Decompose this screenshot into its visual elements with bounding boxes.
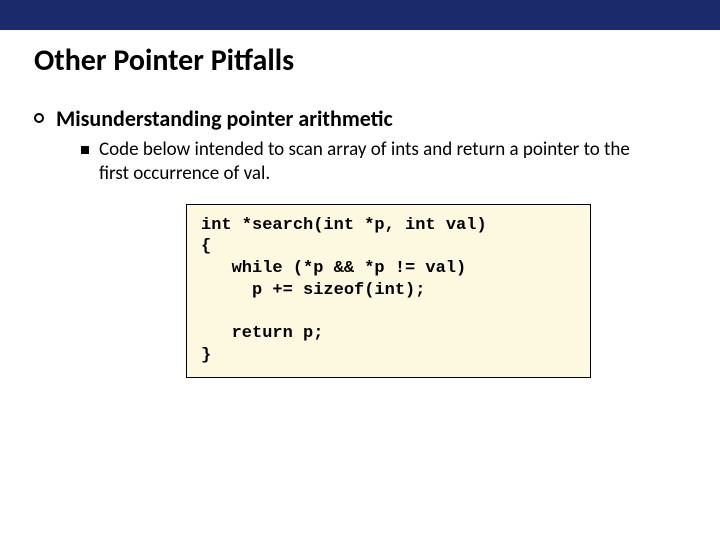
sub-bullet-row: Code below intended to scan array of int… xyxy=(34,138,720,186)
slide-content: Other Pointer Pitfalls Misunderstanding … xyxy=(0,30,720,378)
main-bullet-row: Misunderstanding pointer arithmetic xyxy=(34,105,720,132)
slide-title: Other Pointer Pitfalls xyxy=(34,42,720,79)
header-bar xyxy=(0,0,720,30)
code-block: int *search(int *p, int val) { while (*p… xyxy=(186,204,591,378)
main-bullet-text: Misunderstanding pointer arithmetic xyxy=(56,105,393,132)
hollow-circle-icon xyxy=(34,113,44,123)
sub-bullet-text: Code below intended to scan array of int… xyxy=(99,138,659,186)
filled-square-icon xyxy=(81,146,89,154)
